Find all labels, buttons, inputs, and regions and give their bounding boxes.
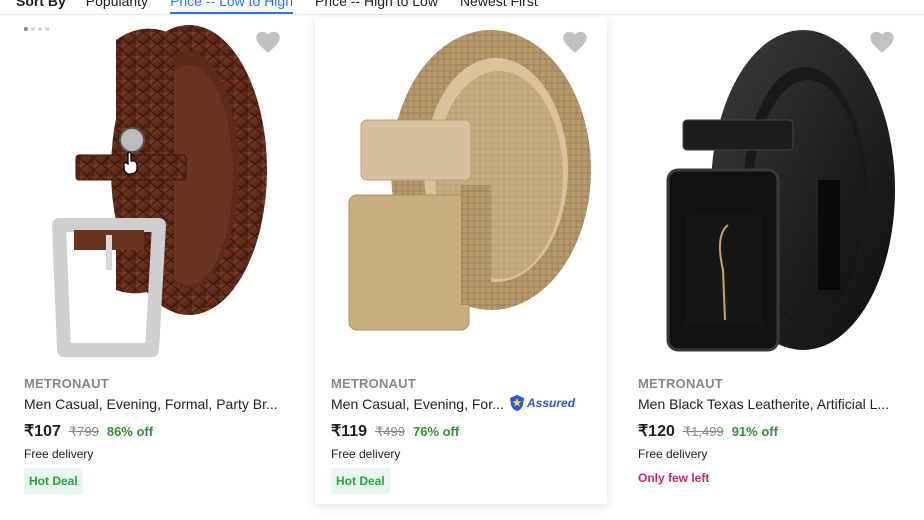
hot-deal-badge: Hot Deal [24, 468, 83, 494]
wishlist-heart-icon[interactable] [254, 29, 282, 55]
sort-option-price-high-low[interactable]: Price -- High to Low [315, 0, 438, 14]
product-card[interactable]: METRONAUT Men Casual, Evening, Formal, P… [8, 17, 300, 504]
product-image[interactable] [8, 17, 300, 367]
product-title[interactable]: Men Casual, Evening, Formal, Party Br... [24, 396, 278, 412]
brown-leather-belt-image [52, 24, 267, 357]
product-discount: 86% off [106, 424, 154, 439]
product-title[interactable]: Men Casual, Evening, For... [331, 396, 504, 412]
assured-shield-icon [510, 395, 524, 411]
product-discount: 91% off [731, 424, 778, 439]
product-price: ₹120 [638, 423, 675, 440]
product-mrp: ₹499 [375, 424, 405, 439]
delivery-info: Free delivery [638, 447, 708, 461]
product-price: ₹119 [331, 423, 367, 440]
product-mrp: ₹799 [68, 424, 99, 439]
product-image[interactable] [622, 17, 914, 367]
stock-urgency-label: Only few left [638, 471, 710, 485]
product-brand: METRONAUT [638, 376, 723, 391]
wishlist-heart-icon[interactable] [868, 29, 896, 55]
hand-cursor-icon [123, 151, 138, 175]
product-card[interactable]: METRONAUT Men Black Texas Leatherite, Ar… [622, 17, 914, 504]
delivery-info: Free delivery [331, 447, 401, 461]
product-image[interactable] [315, 17, 607, 367]
assured-badge: Assured [509, 394, 575, 412]
product-brand: METRONAUT [331, 376, 416, 391]
product-card[interactable]: METRONAUT Men Casual, Evening, For... As… [315, 17, 607, 504]
price-row: ₹107 ₹799 86% off [24, 421, 153, 441]
wishlist-heart-icon[interactable] [561, 29, 589, 55]
product-brand: METRONAUT [24, 376, 109, 391]
product-title[interactable]: Men Black Texas Leatherite, Artificial L… [638, 396, 889, 412]
sort-by-label: Sort By [16, 0, 66, 9]
product-discount: 76% off [412, 424, 460, 439]
sort-option-price-low-high[interactable]: Price -- Low to High [170, 0, 293, 14]
delivery-info: Free delivery [24, 447, 94, 461]
sort-option-newest[interactable]: Newest First [460, 0, 538, 14]
black-autolock-belt-image [666, 29, 895, 351]
product-mrp: ₹1,499 [682, 424, 724, 439]
beige-canvas-belt-image [348, 29, 591, 330]
product-price: ₹107 [24, 423, 61, 440]
hot-deal-badge: Hot Deal [331, 468, 390, 494]
sort-option-popularity[interactable]: Popularity [86, 0, 148, 14]
price-row: ₹119 ₹499 76% off [331, 421, 459, 441]
sort-bar: Sort By Popularity Price -- Low to High … [0, 0, 924, 15]
assured-label: Assured [527, 396, 576, 410]
price-row: ₹120 ₹1,499 91% off [638, 421, 778, 441]
